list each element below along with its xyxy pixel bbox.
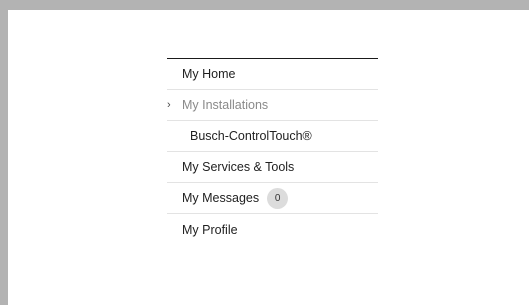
menu-item-label: My Messages (182, 191, 260, 205)
menu-item-label: Busch-ControlTouch® (190, 129, 312, 143)
menu-item-my-profile[interactable]: My Profile (167, 214, 378, 245)
message-count-badge: 0 (267, 187, 289, 209)
content-panel: My Home › My Installations Busch-Control… (8, 10, 529, 305)
menu-item-my-messages[interactable]: My Messages 0 (167, 183, 378, 214)
menu-item-my-services-tools[interactable]: My Services & Tools (167, 152, 378, 183)
menu-item-my-installations[interactable]: › My Installations (167, 90, 378, 121)
menu-item-busch-controltouch[interactable]: Busch-ControlTouch® (167, 121, 378, 152)
menu-item-label: My Installations (182, 98, 269, 112)
chevron-right-icon: › (167, 98, 171, 111)
menu-item-label: My Services & Tools (182, 160, 295, 174)
account-menu: My Home › My Installations Busch-Control… (167, 58, 378, 245)
menu-item-label: My Profile (182, 222, 238, 237)
menu-item-label: My Home (182, 67, 236, 81)
menu-item-my-home[interactable]: My Home (167, 59, 378, 90)
